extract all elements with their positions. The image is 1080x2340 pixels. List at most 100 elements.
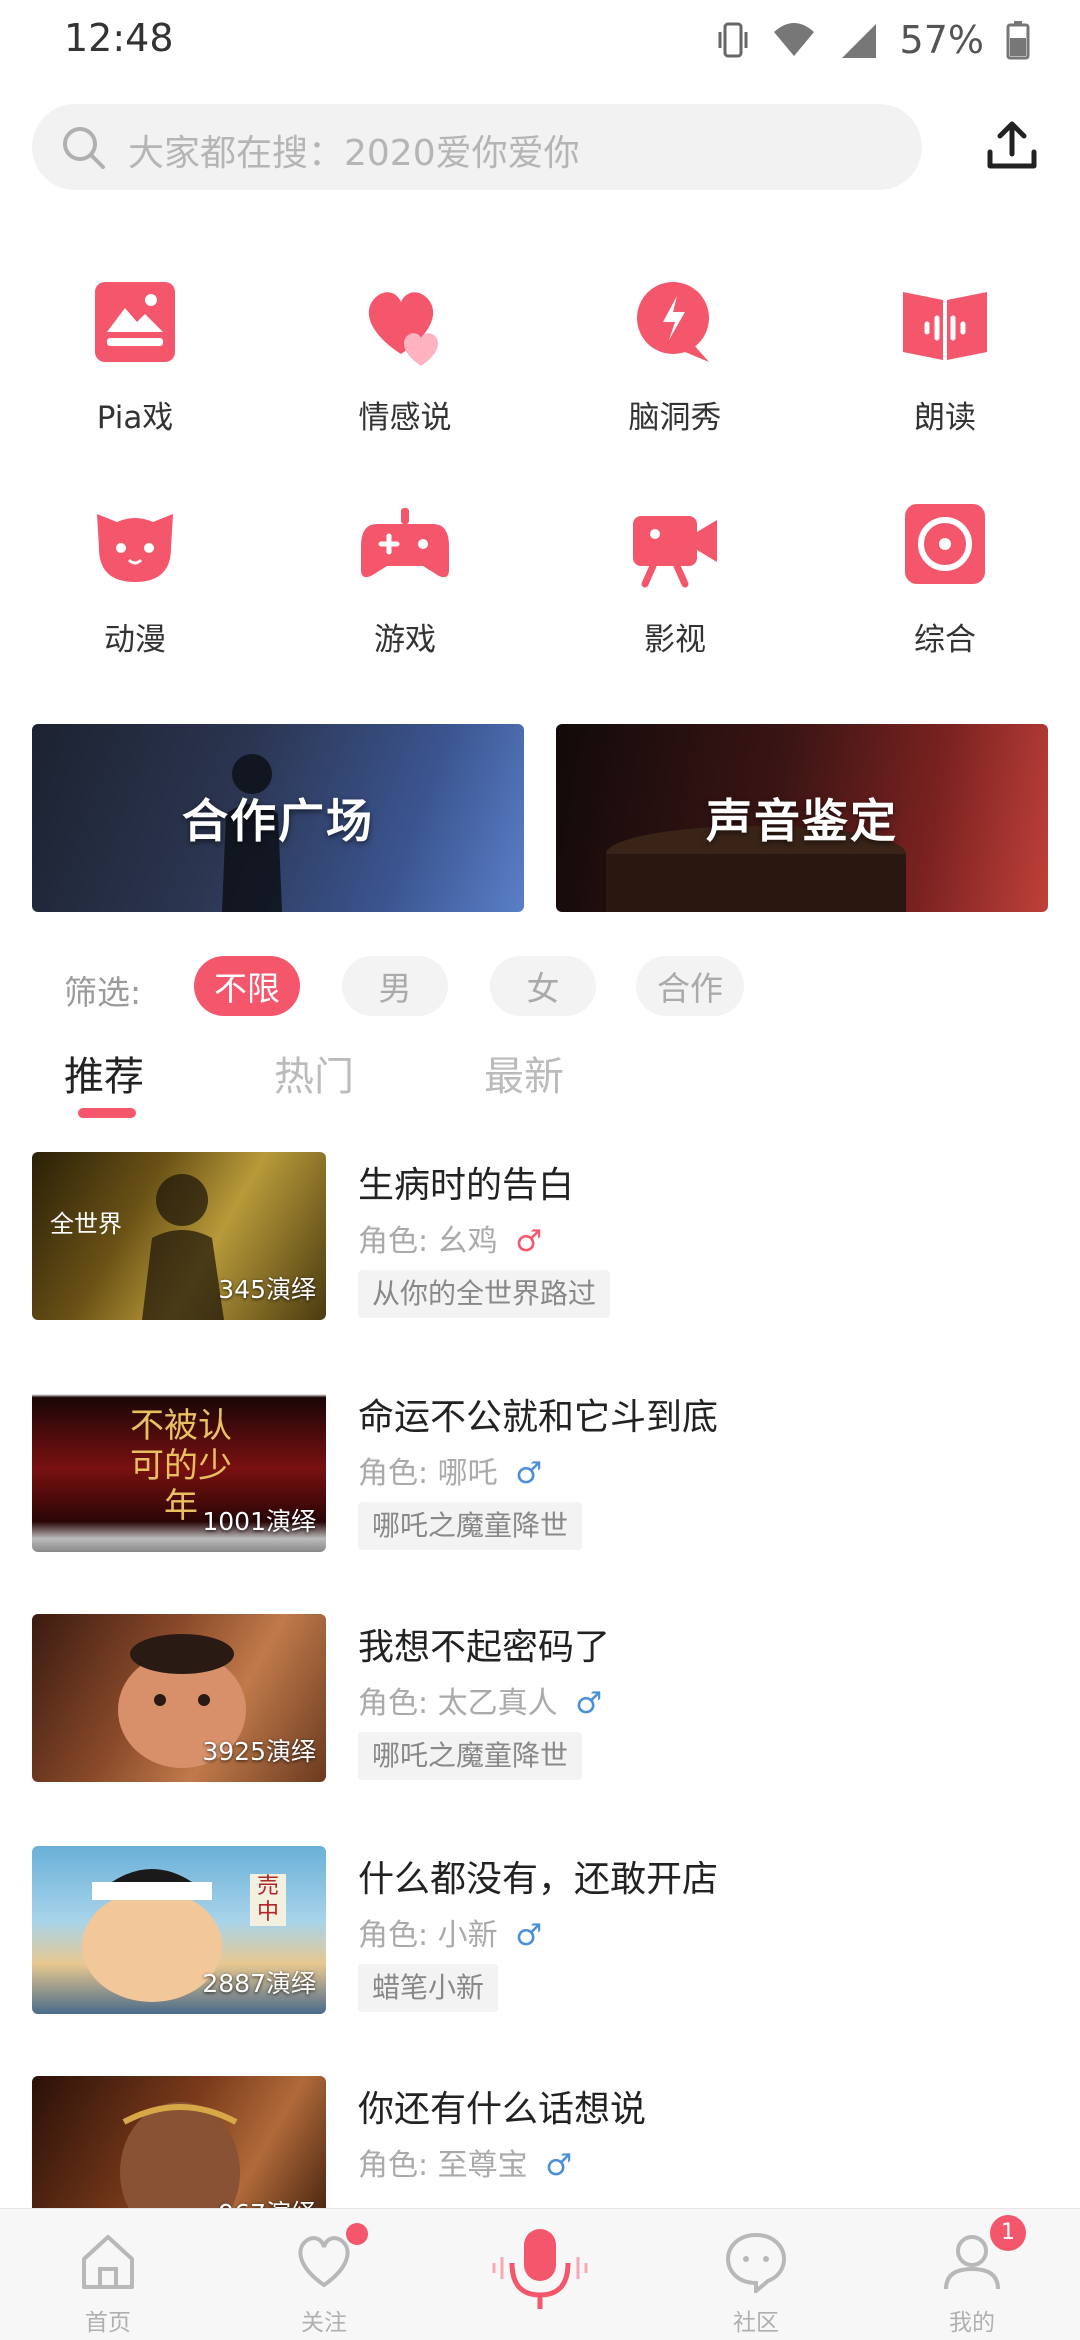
banner-voice-appraisal[interactable]: 声音鉴定 (556, 724, 1048, 912)
role-prefix: 角色: (358, 1456, 429, 1491)
filter-chip-male[interactable]: 男 (342, 956, 448, 1016)
signal-icon (841, 24, 876, 58)
category-label: Pia戏 (96, 400, 174, 436)
thumbnail-overlay-text: 全世界 (50, 1210, 122, 1238)
thumbnail: 不被认可的少年 1001演绎 (32, 1384, 326, 1552)
gender-icon: ♂ (575, 1686, 603, 1721)
role-name: 小新 (437, 1918, 498, 1953)
list-item[interactable]: 全世界 345演绎 生病时的告白 角色: 幺鸡 ♂ 从你的全世界路过 (0, 1152, 1080, 1322)
role-prefix: 角色: (358, 1686, 429, 1721)
role-name: 至尊宝 (437, 2148, 528, 2183)
nav-label: 首页 (85, 2310, 131, 2336)
gamepad-icon (361, 508, 449, 578)
banner-title: 合作广场 (182, 794, 374, 848)
tab-recommended[interactable]: 推荐 (64, 1044, 144, 1102)
category-label: 影视 (644, 622, 706, 658)
item-title: 我想不起密码了 (358, 1627, 611, 1668)
gender-icon: ♂ (515, 1918, 543, 1953)
microphone-icon (492, 2229, 588, 2309)
role-prefix: 角色: (358, 1918, 429, 1953)
category-brainstorm[interactable]: 脑洞秀 (575, 274, 775, 437)
role-name: 哪吒 (437, 1456, 498, 1491)
upload-icon[interactable] (982, 116, 1042, 176)
item-title: 命运不公就和它斗到底 (358, 1397, 719, 1438)
thumbnail-overlay-text: 売中 (250, 1874, 286, 1926)
status-bar: 12:48 57% (0, 0, 1080, 80)
banner-title: 声音鉴定 (706, 794, 898, 848)
category-label: 游戏 (374, 622, 436, 658)
nav-record[interactable] (480, 2223, 600, 2317)
category-pia[interactable]: Pia戏 (35, 274, 235, 437)
home-icon (82, 2235, 134, 2289)
filter-label: 筛选: (64, 973, 142, 1012)
search-placeholder: 大家都在搜：2020爱你爱你 (128, 133, 580, 174)
bottom-nav: 首页 关注 社区 我的 1 (0, 2208, 1080, 2340)
video-camera-icon (633, 516, 717, 588)
image-icon (95, 282, 175, 362)
category-game[interactable]: 游戏 (305, 496, 505, 659)
item-title: 你还有什么话想说 (358, 2089, 647, 2130)
category-label: 动漫 (104, 622, 166, 658)
tab-latest[interactable]: 最新 (484, 1044, 564, 1102)
nav-community[interactable]: 社区 (696, 2229, 816, 2337)
gender-icon: ♂ (515, 1456, 543, 1491)
status-icons: 57% (716, 18, 1030, 62)
category-general[interactable]: 综合 (845, 496, 1045, 659)
notification-badge: 1 (990, 2215, 1026, 2251)
thumbnail: 売中 2887演绎 (32, 1846, 326, 2014)
battery-percent: 57% (899, 18, 984, 62)
battery-icon (1006, 21, 1030, 60)
role-name: 幺鸡 (437, 1224, 498, 1259)
wifi-icon (773, 23, 814, 56)
disc-icon (905, 504, 985, 584)
gender-icon: ♂ (515, 1224, 543, 1259)
item-tag[interactable]: 哪吒之魔童降世 (358, 1732, 583, 1780)
item-tag[interactable]: 从你的全世界路过 (358, 1270, 611, 1318)
status-time: 12:48 (64, 16, 174, 60)
role-prefix: 角色: (358, 2148, 429, 2183)
chat-bubble-icon (725, 2232, 787, 2296)
item-tag[interactable]: 蜡笔小新 (358, 1964, 499, 2012)
search-input[interactable]: 大家都在搜：2020爱你爱你 (32, 104, 922, 190)
category-anime[interactable]: 动漫 (35, 496, 235, 659)
item-role: 角色: 小新 ♂ (358, 1910, 542, 1954)
notification-dot (346, 2223, 368, 2245)
category-label: 朗读 (914, 400, 976, 436)
category-label: 脑洞秀 (628, 400, 722, 436)
role-name: 太乙真人 (437, 1686, 558, 1721)
nav-label: 我的 (949, 2310, 995, 2336)
category-film[interactable]: 影视 (575, 496, 775, 659)
vibrate-icon (718, 22, 748, 58)
banner-cooperation-square[interactable]: 合作广场 (32, 724, 524, 912)
search-icon (63, 127, 105, 169)
category-emotion[interactable]: 情感说 (305, 274, 505, 437)
role-prefix: 角色: (358, 1224, 429, 1259)
nav-home[interactable]: 首页 (48, 2229, 168, 2337)
filter-chip-female[interactable]: 女 (490, 956, 596, 1016)
filter-chip-all[interactable]: 不限 (194, 956, 300, 1016)
filter-chip-cooperation[interactable]: 合作 (636, 956, 744, 1016)
lightning-bubble-icon (637, 282, 709, 362)
list-item[interactable]: 売中 2887演绎 什么都没有，还敢开店 角色: 小新 ♂ 蜡笔小新 (0, 1846, 1080, 2016)
thumbnail: 3925演绎 (32, 1614, 326, 1782)
nav-label: 社区 (733, 2310, 779, 2336)
performance-count: 345演绎 (218, 1275, 316, 1304)
item-role: 角色: 太乙真人 ♂ (358, 1678, 602, 1722)
item-title: 生病时的告白 (358, 1165, 575, 1206)
list-item[interactable]: 3925演绎 我想不起密码了 角色: 太乙真人 ♂ 哪吒之魔童降世 (0, 1614, 1080, 1784)
performance-count: 3925演绎 (202, 1737, 316, 1766)
performance-count: 2887演绎 (202, 1969, 316, 1998)
hearts-icon (368, 292, 439, 366)
category-reading[interactable]: 朗读 (845, 274, 1045, 437)
category-label: 综合 (914, 622, 976, 658)
item-title: 什么都没有，还敢开店 (358, 1859, 719, 1900)
gender-icon: ♂ (545, 2148, 573, 2183)
tab-indicator (78, 1108, 136, 1118)
item-tag[interactable]: 哪吒之魔童降世 (358, 1502, 583, 1550)
list-item[interactable]: 不被认可的少年 1001演绎 命运不公就和它斗到底 角色: 哪吒 ♂ 哪吒之魔童… (0, 1384, 1080, 1554)
tab-hot[interactable]: 热门 (274, 1044, 354, 1102)
nav-mine[interactable]: 我的 1 (912, 2215, 1032, 2337)
nav-follow[interactable]: 关注 (264, 2223, 384, 2337)
book-audio-icon (903, 292, 987, 360)
category-label: 情感说 (358, 400, 452, 436)
